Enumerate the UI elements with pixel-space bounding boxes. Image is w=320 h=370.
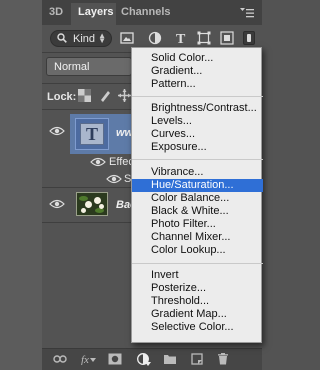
lock-label: Lock:: [47, 91, 77, 103]
menu-item-gradient[interactable]: Gradient...: [132, 65, 263, 78]
menu-item-exposure[interactable]: Exposure...: [132, 141, 263, 154]
menu-item-brightness-contrast[interactable]: Brightness/Contrast...: [132, 102, 263, 115]
panel-menu-icon[interactable]: [240, 8, 254, 18]
menu-item-levels[interactable]: Levels...: [132, 115, 263, 128]
kind-filter-select[interactable]: Kind ▲ ▼: [50, 30, 112, 47]
add-layer-mask-icon[interactable]: [108, 353, 122, 365]
pixel-filter-icon[interactable]: [120, 31, 134, 45]
delete-layer-trash-icon[interactable]: [216, 353, 230, 365]
type-layer-thumbnail: T: [75, 118, 109, 150]
flower-shape: [99, 204, 104, 209]
adjustment-layer-menu: Solid Color... Gradient... Pattern... Br…: [131, 47, 263, 343]
new-group-folder-icon[interactable]: [163, 353, 177, 365]
smart-object-filter-icon[interactable]: [220, 31, 234, 45]
menu-separator: [132, 159, 263, 160]
svg-text:T: T: [176, 32, 186, 45]
new-layer-icon[interactable]: [190, 353, 204, 365]
lock-position-icon[interactable]: [118, 89, 131, 102]
svg-text:fx: fx: [81, 354, 89, 365]
menu-item-vibrance[interactable]: Vibrance...: [132, 166, 263, 179]
fx-dropdown-chevron-icon: [90, 358, 96, 362]
flower-shape: [85, 201, 92, 208]
flower-shape: [94, 197, 101, 204]
blend-mode-value: Normal: [54, 61, 90, 73]
link-layers-icon[interactable]: [53, 353, 67, 365]
shape-filter-icon[interactable]: [197, 31, 211, 45]
blend-mode-select[interactable]: Normal: [46, 57, 132, 76]
effect-visibility-eye-icon[interactable]: [106, 174, 122, 184]
lock-transparent-pixels-icon[interactable]: [78, 89, 91, 102]
menu-item-curves[interactable]: Curves...: [132, 128, 263, 141]
menu-item-color-balance[interactable]: Color Balance...: [132, 192, 263, 205]
panel-tab-bar: 3D Layers Channels: [42, 0, 262, 25]
menu-item-color-lookup[interactable]: Color Lookup...: [132, 244, 263, 257]
kind-filter-label: Kind: [73, 33, 96, 45]
filter-toggle-switch[interactable]: [243, 31, 255, 45]
background-visibility-eye-icon[interactable]: [49, 199, 65, 209]
visibility-eye-icon[interactable]: [49, 126, 65, 136]
menu-item-gradient-map[interactable]: Gradient Map...: [132, 308, 263, 321]
type-layer-t-icon: T: [80, 123, 104, 145]
menu-item-black-white[interactable]: Black & White...: [132, 205, 263, 218]
menu-item-solid-color[interactable]: Solid Color...: [132, 52, 263, 65]
lock-image-pixels-icon[interactable]: [99, 89, 112, 102]
menu-item-hue-saturation[interactable]: Hue/Saturation...: [132, 179, 263, 192]
tab-3d[interactable]: 3D: [49, 6, 63, 18]
select-arrows-icon: ▲ ▼: [98, 31, 106, 45]
flower-shape: [81, 208, 86, 213]
menu-item-invert[interactable]: Invert: [132, 269, 263, 282]
menu-item-posterize[interactable]: Posterize...: [132, 282, 263, 295]
effects-visibility-eye-icon[interactable]: [90, 157, 106, 167]
background-layer-thumbnail: [76, 192, 108, 216]
menu-item-pattern[interactable]: Pattern...: [132, 78, 263, 91]
menu-item-photo-filter[interactable]: Photo Filter...: [132, 218, 263, 231]
canvas-area: [0, 0, 42, 370]
menu-separator: [132, 96, 263, 97]
adjustment-filter-icon[interactable]: [148, 31, 162, 45]
tab-channels[interactable]: Channels: [121, 6, 171, 18]
menu-item-channel-mixer[interactable]: Channel Mixer...: [132, 231, 263, 244]
tab-layers[interactable]: Layers: [78, 6, 113, 18]
menu-item-threshold[interactable]: Threshold...: [132, 295, 263, 308]
menu-separator: [132, 263, 263, 264]
adjustment-dropdown-chevron-icon: [145, 362, 151, 366]
type-filter-icon[interactable]: T: [174, 31, 188, 45]
search-icon: [57, 33, 67, 43]
menu-item-selective-color[interactable]: Selective Color...: [132, 321, 263, 334]
